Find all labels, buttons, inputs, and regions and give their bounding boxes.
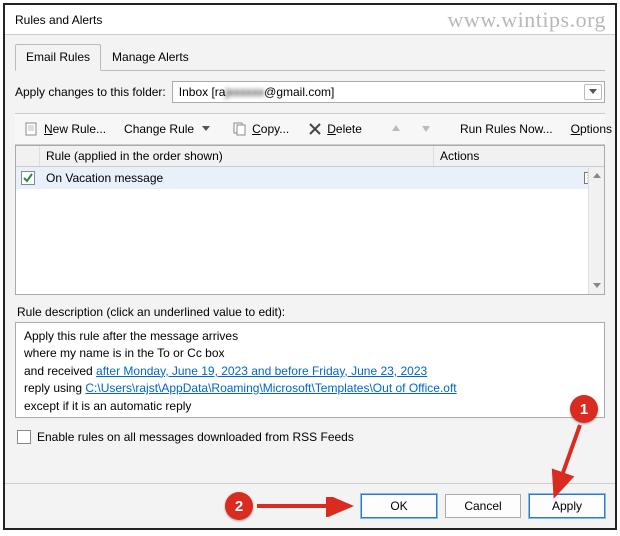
ok-button[interactable]: OK bbox=[361, 494, 437, 518]
move-down-button[interactable] bbox=[413, 118, 439, 140]
options-button[interactable]: Options bbox=[564, 119, 619, 139]
scroll-down-icon bbox=[593, 283, 601, 289]
rule-checked-icon[interactable] bbox=[20, 170, 36, 186]
column-actions-header[interactable]: Actions bbox=[434, 146, 604, 166]
arrow-up-icon bbox=[388, 121, 404, 137]
rule-list-header: Rule (applied in the order shown) Action… bbox=[16, 146, 604, 167]
change-rule-button[interactable]: Change Rule bbox=[117, 118, 221, 140]
description-box: Apply this rule after the message arrive… bbox=[15, 322, 605, 418]
rss-label: Enable rules on all messages downloaded … bbox=[37, 430, 354, 444]
desc-line3: and received after Monday, June 19, 2023… bbox=[24, 363, 596, 380]
rule-name: On Vacation message bbox=[40, 171, 434, 185]
titlebar: Rules and Alerts bbox=[5, 5, 615, 35]
copy-icon bbox=[232, 121, 248, 137]
rss-checkbox[interactable] bbox=[17, 430, 31, 444]
new-rule-icon bbox=[24, 121, 40, 137]
template-path-link[interactable]: C:\Users\rajst\AppData\Roaming\Microsoft… bbox=[85, 381, 456, 395]
delete-icon bbox=[307, 121, 323, 137]
desc-line4: reply using C:\Users\rajst\AppData\Roami… bbox=[24, 380, 596, 397]
rule-list: Rule (applied in the order shown) Action… bbox=[15, 145, 605, 295]
date-range-link[interactable]: after Monday, June 19, 2023 and before F… bbox=[96, 364, 427, 378]
apply-button[interactable]: Apply bbox=[529, 494, 605, 518]
description-label: Rule description (click an underlined va… bbox=[17, 305, 605, 319]
desc-line2: where my name is in the To or Cc box bbox=[24, 345, 596, 362]
dialog-content: Email Rules Manage Alerts Apply changes … bbox=[5, 35, 615, 483]
copy-rule-button[interactable]: Copy... bbox=[225, 118, 296, 140]
folder-dropdown[interactable]: Inbox [rajxxxxxx@gmail.com] bbox=[172, 81, 605, 103]
folder-row: Apply changes to this folder: Inbox [raj… bbox=[15, 81, 605, 103]
rules-toolbar: New Rule... Change Rule Copy... Delete bbox=[15, 113, 605, 145]
desc-line1: Apply this rule after the message arrive… bbox=[24, 328, 596, 345]
tab-manage-alerts[interactable]: Manage Alerts bbox=[101, 44, 200, 71]
folder-value: Inbox [rajxxxxxx@gmail.com] bbox=[179, 85, 335, 99]
rss-row: Enable rules on all messages downloaded … bbox=[17, 430, 605, 444]
arrow-down-icon bbox=[418, 121, 434, 137]
window-title: Rules and Alerts bbox=[15, 13, 102, 27]
chevron-down-icon bbox=[198, 121, 214, 137]
table-row[interactable]: On Vacation message bbox=[16, 167, 604, 189]
tab-strip: Email Rules Manage Alerts bbox=[15, 43, 605, 71]
tab-email-rules[interactable]: Email Rules bbox=[15, 44, 101, 71]
dialog-footer: OK Cancel Apply bbox=[5, 483, 615, 528]
rules-and-alerts-dialog: Rules and Alerts Email Rules Manage Aler… bbox=[3, 3, 617, 530]
scroll-up-icon bbox=[593, 173, 601, 179]
chevron-down-icon[interactable] bbox=[584, 84, 602, 100]
move-up-button[interactable] bbox=[383, 118, 409, 140]
desc-line5: except if it is an automatic reply bbox=[24, 398, 596, 415]
run-rules-now-button[interactable]: Run Rules Now... bbox=[453, 119, 560, 139]
delete-rule-button[interactable]: Delete bbox=[300, 118, 369, 140]
cancel-button[interactable]: Cancel bbox=[445, 494, 521, 518]
folder-label: Apply changes to this folder: bbox=[15, 85, 166, 99]
new-rule-button[interactable]: New Rule... bbox=[17, 118, 113, 140]
vertical-scrollbar[interactable] bbox=[588, 168, 604, 294]
column-rule-header[interactable]: Rule (applied in the order shown) bbox=[40, 146, 434, 166]
